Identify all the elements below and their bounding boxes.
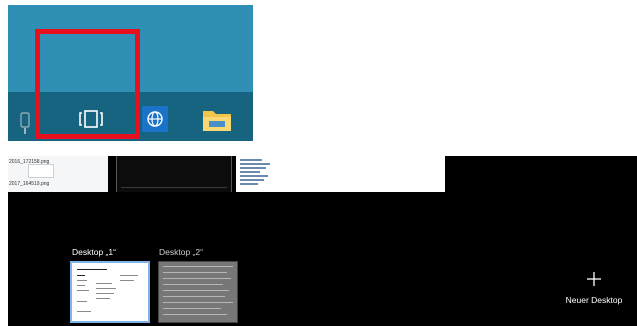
mini-line: [163, 308, 221, 309]
nav-line: [240, 159, 262, 161]
globe-icon: [142, 106, 168, 132]
mini-line: [77, 301, 87, 302]
mini-line: [77, 280, 87, 281]
mini-line: [163, 266, 233, 267]
mini-line: [96, 298, 110, 299]
mini-line: [163, 278, 231, 279]
mini-line: [96, 293, 114, 294]
browser-button[interactable]: [141, 97, 169, 141]
mini-line: [163, 314, 227, 315]
mini-line: [163, 296, 225, 297]
highlight-box: [35, 29, 140, 139]
mini-line: [77, 290, 89, 291]
mini-line: [120, 275, 138, 276]
nav-line: [240, 171, 260, 173]
desktop-1-label: Desktop „1“: [72, 247, 116, 257]
mini-line: [96, 283, 112, 284]
mini-line: [120, 280, 134, 281]
window-thumbnail-files[interactable]: 2016_172158.png 2017_164519.png: [8, 156, 108, 192]
nav-line: [240, 163, 270, 165]
window-thumbnail-console[interactable]: [116, 156, 232, 192]
nav-line: [240, 179, 264, 181]
console-line: [121, 187, 227, 188]
mini-line: [163, 272, 227, 273]
mini-line: [163, 284, 223, 285]
phone-icon[interactable]: [16, 101, 34, 141]
mini-line: [163, 302, 233, 303]
mini-line: [96, 288, 116, 289]
new-desktop-label: Neuer Desktop: [565, 295, 623, 305]
mini-line: [163, 290, 229, 291]
nav-line: [240, 167, 266, 169]
task-view-screenshot: 2016_172158.png 2017_164519.png Desktop …: [8, 156, 637, 326]
window-thumbnail-explorer[interactable]: [236, 156, 445, 192]
desktop-1-thumbnail[interactable]: [70, 261, 150, 323]
taskbar-screenshot: [8, 5, 253, 141]
file-explorer-icon: [203, 111, 231, 131]
desktop-2-thumbnail[interactable]: [158, 261, 238, 323]
mini-line: [77, 269, 107, 270]
mini-line: [77, 311, 91, 312]
nav-line: [240, 175, 268, 177]
mini-line: [77, 275, 85, 276]
mini-line: [77, 285, 85, 286]
file-explorer-button[interactable]: [198, 97, 236, 141]
new-desktop-button[interactable]: Neuer Desktop: [556, 269, 632, 309]
image-file-thumb: [28, 164, 54, 178]
nav-line: [240, 183, 258, 185]
file-name-label: 2017_164519.png: [9, 181, 50, 187]
desktop-2-label: Desktop „2“: [159, 247, 203, 257]
plus-icon: [587, 272, 601, 286]
